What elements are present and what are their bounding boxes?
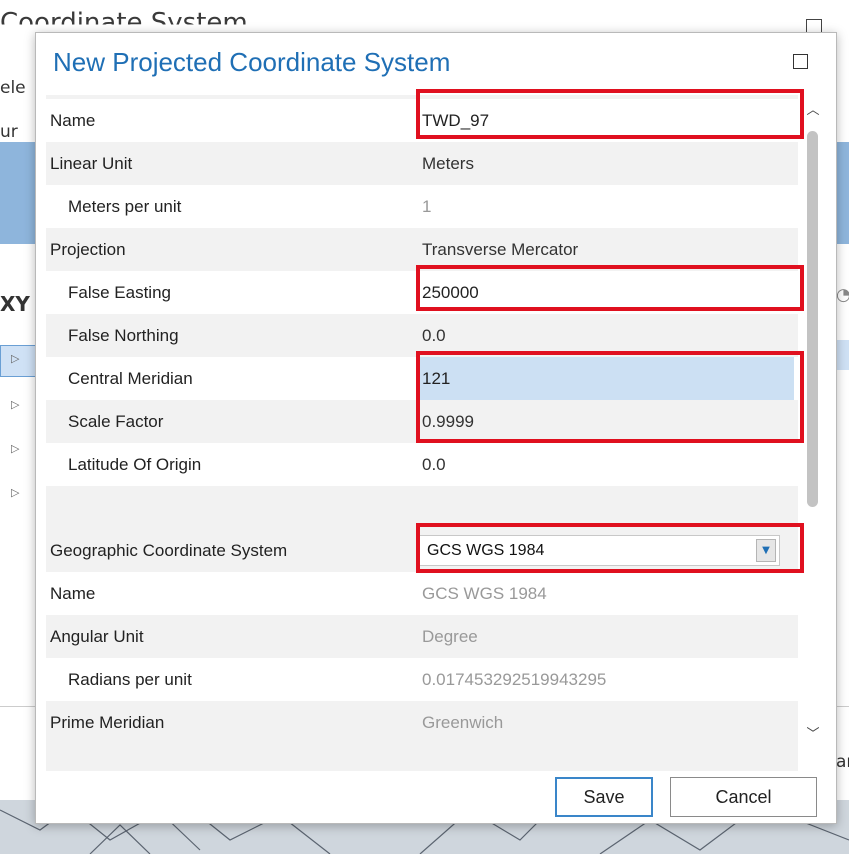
central-meridian-input[interactable]: 121: [418, 357, 794, 400]
parent-right-text: ar: [836, 752, 849, 772]
maximize-icon[interactable]: [793, 54, 808, 69]
row-label: Name: [50, 584, 96, 603]
row-label: False Easting: [68, 283, 171, 302]
cancel-button[interactable]: Cancel: [670, 777, 817, 817]
false-northing-input[interactable]: 0.0: [422, 314, 446, 357]
row-label: Central Meridian: [68, 369, 193, 388]
row-label: Projection: [50, 240, 126, 259]
parent-text-3: XY: [0, 292, 30, 316]
row-prime-meridian[interactable]: Prime Meridian Greenwich: [46, 701, 798, 744]
row-label: Name: [50, 111, 96, 130]
row-label: Prime Meridian: [50, 713, 165, 732]
gcs-dropdown-value: GCS WGS 1984: [427, 542, 545, 559]
row-value: Degree: [422, 627, 478, 646]
row-value: Meters: [422, 154, 474, 173]
row-latitude-of-origin[interactable]: Latitude Of Origin 0.0: [46, 443, 798, 486]
property-grid: Name TWD_97 Linear Unit Meters Meters pe…: [46, 95, 798, 771]
row-value: Greenwich: [422, 713, 504, 732]
dialog-title: New Projected Coordinate System: [53, 47, 451, 77]
parent-divider-right: [835, 706, 849, 707]
expand-caret-icon[interactable]: ▷: [11, 486, 19, 499]
row-gcs-name[interactable]: Name GCS WGS 1984: [46, 572, 798, 615]
row-radians-per-unit[interactable]: Radians per unit 0.017453292519943295: [46, 658, 798, 701]
false-easting-input[interactable]: 250000: [422, 271, 479, 314]
row-label: Geographic Coordinate System: [50, 541, 288, 560]
row-label: Linear Unit: [50, 154, 133, 173]
parent-text-1: ele: [0, 78, 26, 98]
expand-caret-icon[interactable]: ▷: [11, 352, 19, 365]
row-value: GCS WGS 1984: [422, 584, 547, 603]
row-label: Meters per unit: [68, 197, 182, 216]
parent-blue-strip-right: [835, 142, 849, 244]
gcs-dropdown[interactable]: GCS WGS 1984 ▼: [418, 535, 780, 566]
scale-factor-input[interactable]: 0.9999: [422, 400, 474, 443]
expand-caret-icon[interactable]: ▷: [11, 398, 19, 411]
parent-selected-row-right: [835, 340, 849, 370]
scrollbar-thumb[interactable]: [807, 131, 818, 507]
parent-right-icon: ◔: [836, 285, 849, 305]
dropdown-arrow-icon[interactable]: ▼: [756, 539, 776, 562]
row-label: Radians per unit: [68, 670, 192, 689]
row-value: Transverse Mercator: [422, 240, 579, 259]
row-projection[interactable]: Projection Transverse Mercator: [46, 228, 798, 271]
latitude-of-origin-input[interactable]: 0.0: [422, 443, 446, 486]
parent-blue-strip: [0, 142, 37, 244]
parent-maximize-icon[interactable]: [806, 19, 822, 32]
row-false-easting[interactable]: False Easting 250000: [46, 271, 798, 314]
save-button[interactable]: Save: [555, 777, 653, 817]
row-geographic-coordinate-system[interactable]: Geographic Coordinate System GCS WGS 198…: [46, 529, 798, 572]
name-input[interactable]: TWD_97: [422, 99, 489, 142]
row-label: Scale Factor: [68, 412, 164, 431]
row-label: Angular Unit: [50, 627, 144, 646]
row-value: 1: [422, 197, 432, 216]
row-value: 0.017453292519943295: [422, 670, 607, 689]
row-central-meridian[interactable]: Central Meridian 121: [46, 357, 798, 400]
expand-caret-icon[interactable]: ▷: [11, 442, 19, 455]
row-label: Latitude Of Origin: [68, 455, 202, 474]
scroll-down-icon[interactable]: ﹀: [803, 723, 823, 742]
row-label: False Northing: [68, 326, 179, 345]
row-scale-factor[interactable]: Scale Factor 0.9999: [46, 400, 798, 443]
parent-selected-row[interactable]: [0, 345, 39, 377]
row-angular-unit[interactable]: Angular Unit Degree: [46, 615, 798, 658]
parent-divider: [0, 706, 37, 707]
parent-text-2: ur: [0, 122, 18, 142]
row-linear-unit[interactable]: Linear Unit Meters: [46, 142, 798, 185]
row-name[interactable]: Name TWD_97: [46, 99, 798, 142]
row-meters-per-unit[interactable]: Meters per unit 1: [46, 185, 798, 228]
scroll-up-icon[interactable]: ︿: [803, 99, 823, 118]
new-projected-coordinate-system-dialog: New Projected Coordinate System Name TWD…: [35, 32, 837, 824]
row-false-northing[interactable]: False Northing 0.0: [46, 314, 798, 357]
